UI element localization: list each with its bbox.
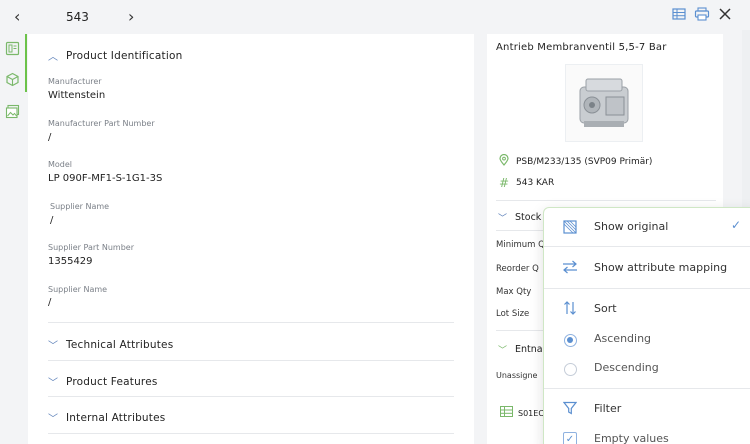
menu-item-filter[interactable]: Filter: [544, 389, 750, 423]
field-value-model: LP 090F-MF1-S-1G1-3S: [48, 173, 163, 184]
stock-label-lot-size: Lot Size: [496, 309, 530, 319]
view-options-menu: Show original ✓ Show attribute mapping S…: [543, 207, 750, 444]
divider: [48, 360, 454, 361]
field-value-manufacturer: Wittenstein: [48, 90, 106, 101]
divider: [48, 322, 454, 323]
back-chevron-icon[interactable]: ‹: [14, 7, 20, 26]
section-internal-attributes[interactable]: ﹀ Internal Attributes: [48, 410, 166, 426]
entnahme-label-unassigned: Unassigne: [496, 371, 538, 380]
attributes-panel: ︿ Product Identification Manufacturer Wi…: [28, 34, 474, 444]
menu-label: Filter: [594, 402, 622, 415]
compare-icon: [562, 219, 578, 235]
field-label-model: Model: [48, 160, 73, 169]
swap-arrows-icon: [562, 259, 578, 275]
menu-label: Descending: [594, 361, 659, 374]
menu-label: Sort: [594, 302, 617, 315]
left-rail: [0, 34, 27, 444]
section-product-features[interactable]: ﹀ Product Features: [48, 374, 158, 390]
section-title: Technical Attributes: [66, 338, 174, 351]
menu-label: Ascending: [594, 332, 652, 345]
checkbox-checked-icon: ✓: [562, 431, 578, 444]
field-label-manufacturer-part-number: Manufacturer Part Number: [48, 119, 155, 128]
divider: [48, 433, 454, 434]
menu-label: Show original: [594, 220, 669, 233]
menu-label: Empty values: [594, 432, 669, 444]
checkmark-icon: ✓: [731, 218, 742, 232]
section-title: Stock: [515, 212, 542, 223]
chevron-down-icon: ﹀: [498, 214, 508, 224]
image-icon[interactable]: [5, 104, 21, 120]
forward-chevron-icon[interactable]: ›: [128, 7, 134, 26]
chevron-down-icon: ﹀: [48, 378, 59, 389]
field-label-supplier-part-number: Supplier Part Number: [48, 243, 134, 252]
stock-label-max-qty: Max Qty: [496, 287, 532, 297]
code-text: S01EC: [518, 408, 544, 418]
record-number: 543: [66, 10, 89, 24]
field-value-supplier-name-2: /: [48, 297, 52, 308]
tag-row: # 543 KAR: [498, 176, 554, 190]
chevron-down-icon: ﹀: [48, 414, 59, 425]
section-entnahme[interactable]: ﹀ Entna: [498, 343, 543, 356]
table-icon: [500, 406, 513, 420]
field-value-supplier-part-number: 1355429: [48, 256, 93, 267]
tag-text: 543 KAR: [516, 178, 555, 188]
top-actions: [672, 7, 732, 21]
section-title: Entna: [515, 344, 543, 355]
product-title: Antrieb Membranventil 5,5-7 Bar: [496, 42, 667, 53]
divider: [496, 200, 716, 201]
product-image: [565, 64, 643, 142]
location-pin-icon: [498, 153, 510, 169]
field-value-manufacturer-part-number: /: [48, 132, 52, 143]
stock-label-reorder: Reorder Q: [496, 264, 539, 274]
radio-selected-icon: [562, 332, 578, 348]
hashtag-icon: #: [498, 176, 510, 190]
document-icon[interactable]: [5, 41, 21, 57]
section-technical-attributes[interactable]: ﹀ Technical Attributes: [48, 337, 174, 353]
section-product-identification[interactable]: ︿ Product Identification: [48, 48, 183, 64]
section-stock[interactable]: ﹀ Stock: [498, 211, 541, 224]
code-row: S01EC: [500, 406, 544, 420]
menu-item-show-original[interactable]: Show original ✓: [544, 208, 750, 246]
menu-item-ascending[interactable]: Ascending: [544, 325, 750, 353]
rail-active-indicator: [25, 34, 27, 92]
sort-icon: [562, 300, 578, 316]
section-title: Internal Attributes: [66, 411, 166, 424]
filter-icon: [562, 400, 578, 416]
radio-unselected-icon: [562, 361, 578, 377]
close-icon[interactable]: [718, 7, 732, 21]
field-label-manufacturer: Manufacturer: [48, 77, 102, 86]
location-row: PSB/M233/135 (SVP09 Primär): [498, 153, 653, 169]
table-view-icon[interactable]: [672, 7, 686, 21]
menu-item-show-attribute-mapping[interactable]: Show attribute mapping: [544, 247, 750, 287]
cube-icon[interactable]: [5, 72, 21, 88]
chevron-down-icon: ﹀: [498, 346, 508, 356]
menu-item-descending[interactable]: Descending: [544, 353, 750, 383]
section-title: Product Features: [66, 375, 158, 388]
field-value-supplier-name: /: [50, 215, 54, 226]
stock-label-minimum: Minimum Q: [496, 240, 545, 250]
menu-item-empty-values[interactable]: ✓ Empty values: [544, 423, 750, 444]
menu-label: Show attribute mapping: [594, 261, 728, 274]
section-title: Product Identification: [66, 49, 183, 62]
top-bar: ‹ 543 ›: [0, 0, 750, 34]
field-label-supplier-name-2: Supplier Name: [48, 285, 108, 294]
print-icon[interactable]: [694, 7, 710, 21]
chevron-down-icon: ﹀: [48, 341, 59, 352]
menu-item-sort[interactable]: Sort: [544, 289, 750, 325]
field-label-supplier-name: Supplier Name: [50, 202, 110, 211]
divider: [48, 396, 454, 397]
location-text: PSB/M233/135 (SVP09 Primär): [516, 156, 653, 167]
chevron-up-icon: ︿: [48, 52, 59, 63]
